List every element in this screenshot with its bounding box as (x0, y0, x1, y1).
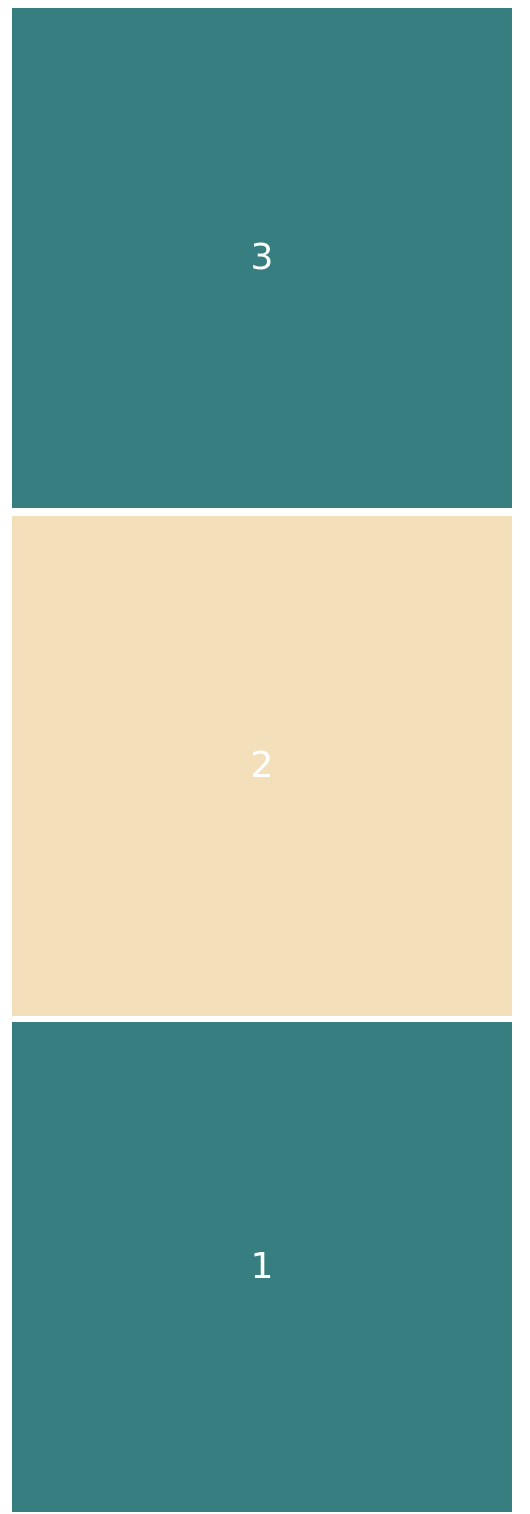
tile-3[interactable]: 3 (12, 8, 512, 508)
tile-number: 2 (250, 745, 274, 786)
tile-number: 1 (250, 1246, 274, 1287)
tile-2[interactable]: 2 (12, 516, 512, 1016)
tile-number: 3 (250, 237, 274, 278)
tile-1[interactable]: 1 (12, 1022, 512, 1512)
